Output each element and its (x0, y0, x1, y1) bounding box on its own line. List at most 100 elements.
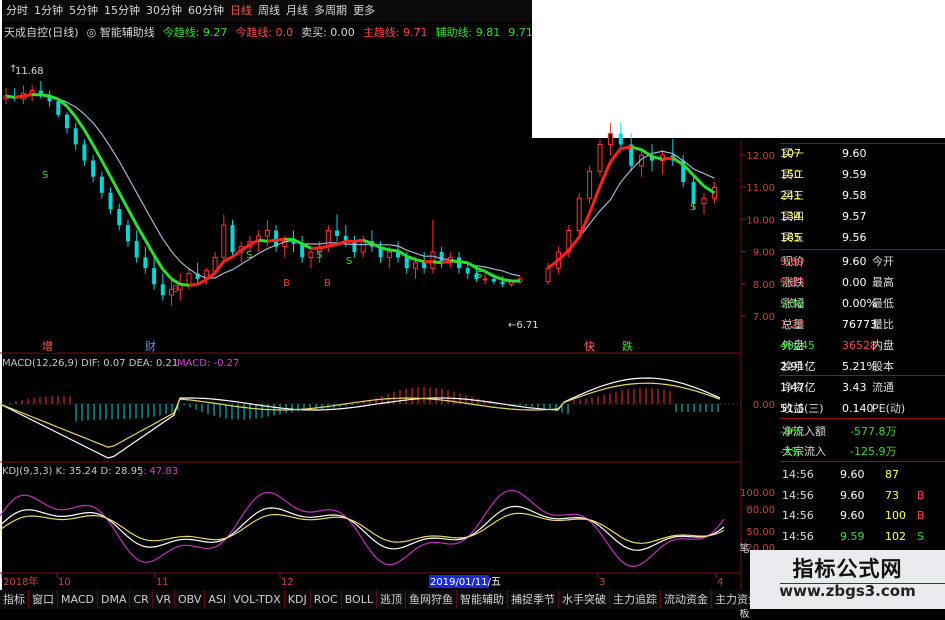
indicator-tab-6[interactable]: OBV (175, 590, 205, 609)
x-axis-label: 3 (599, 577, 605, 588)
tick-volume: 87 (885, 465, 899, 485)
trend-line-segment (180, 284, 189, 285)
sell-marker: S (42, 170, 48, 181)
event-marker-cai: 财 (145, 339, 156, 353)
candle (152, 268, 156, 284)
bid-volume: 107 (780, 143, 801, 164)
price-axis-label: 10.00 (746, 215, 775, 226)
candle (492, 279, 496, 282)
trend-line-segment (84, 130, 93, 145)
bid-price: 9.60 (842, 143, 867, 164)
candle (56, 101, 60, 114)
kdj-axis-label: 100.00 (740, 488, 775, 499)
tick-row: 14:569.59102S (780, 527, 945, 547)
bid-volume: 134 (780, 206, 801, 227)
candle (335, 231, 339, 236)
candle (100, 177, 104, 193)
indicator-tab-5[interactable]: VR (153, 590, 175, 609)
x-axis-label: 12 (281, 577, 294, 588)
stat-value: 51.5 (780, 398, 805, 419)
flow-percent: -2% (780, 441, 801, 462)
stat-label: PE(动) (872, 398, 905, 419)
indicator-tab-8[interactable]: VOL-TDX (230, 590, 285, 609)
bid-price: 9.57 (842, 206, 867, 227)
bid-row: 买一9.60107 (780, 143, 945, 164)
indicator-tab-17[interactable]: 主力追踪 (610, 590, 661, 609)
candle (466, 268, 470, 273)
tick-row: 14:569.60100B (780, 506, 945, 526)
x-axis-label: 11 (156, 577, 169, 588)
bid-row: 买四9.57134 (780, 206, 945, 227)
trend-line-segment (198, 279, 207, 284)
indicator-tab-10[interactable]: ROC (311, 590, 342, 609)
trend-line-segment (354, 240, 363, 241)
tick-row: 14:569.6087 (780, 465, 945, 485)
flow-value: -577.8万 (850, 421, 896, 442)
candle (608, 134, 612, 145)
trend-line-segment (6, 96, 15, 97)
price-axis-label: 7.00 (753, 312, 775, 323)
trend-line-segment (415, 260, 424, 262)
indicator-tab-2[interactable]: MACD (58, 590, 98, 609)
event-marker-kuai: 快 (584, 340, 595, 353)
trend-line-segment (137, 225, 146, 240)
indicator-tab-18[interactable]: 流动资金 (661, 590, 712, 609)
candle (405, 257, 409, 268)
indicator-tab-19[interactable]: 主力资金破解 (712, 590, 750, 609)
trend-line-segment (111, 177, 120, 193)
candle (82, 144, 86, 160)
trend-line-segment (259, 240, 268, 241)
guide-line-slow (6, 95, 520, 278)
tick-side: B (917, 486, 925, 506)
stat-row: 涨跌0.00最高9.83 (780, 272, 945, 293)
x-axis-label: 4 (717, 577, 723, 588)
indicator-tab-0[interactable]: 指标 (0, 590, 29, 609)
indicator-tab-13[interactable]: 鱼网狩鱼 (406, 590, 457, 609)
stock-chart[interactable]: 12.0011.0010.009.008.007.00SBSBSBSSS↑11.… (0, 0, 780, 590)
tick-volume: 100 (885, 506, 906, 526)
indicator-tab-9[interactable]: KDJ (285, 590, 311, 609)
indicator-tab-16[interactable]: 水手突破 (559, 590, 610, 609)
candle (222, 225, 226, 257)
candle (309, 252, 313, 257)
quote-separator (780, 375, 945, 376)
indicator-tab-11[interactable]: BOLL (342, 590, 377, 609)
price-axis-label: 12.00 (746, 151, 775, 162)
trend-line-segment (450, 261, 459, 262)
trend-line-segment (128, 209, 137, 225)
stat-label: 流通 (872, 377, 894, 398)
tick-price: 9.59 (840, 527, 865, 547)
trend-line-segment (76, 117, 85, 130)
sell-marker: S (316, 250, 322, 261)
trend-line-segment (93, 145, 102, 161)
indicator-tab-12[interactable]: 逃顶 (377, 590, 406, 609)
trend-line-segment (485, 271, 494, 276)
indicator-tab-3[interactable]: DMA (98, 590, 131, 609)
indicator-tab-4[interactable]: CR (130, 590, 152, 609)
bid-row: 买五9.56185 (780, 227, 945, 248)
macd-label: MACD(12,26,9) DIF: 0.07 DEA: 0.21 (2, 358, 178, 369)
bid-row: 买三9.58241 (780, 185, 945, 206)
indicator-tab-1[interactable]: 窗口 (29, 590, 58, 609)
candle (161, 284, 165, 295)
trend-line-segment (503, 279, 512, 281)
stat-value: 1.47亿 (780, 377, 816, 398)
indicator-tab-14[interactable]: 智能辅助 (457, 590, 508, 609)
stat-row: 总量76773量比1.24 (780, 314, 945, 335)
tick-side: B (917, 506, 925, 526)
trend-line-segment (381, 248, 390, 250)
candle (387, 252, 391, 257)
indicator-tab-15[interactable]: 捕捉季节 (508, 590, 559, 609)
sell-marker: S (476, 270, 482, 281)
trend-line-segment (328, 244, 337, 246)
candle (702, 198, 706, 203)
candle (74, 128, 78, 144)
trend-line-segment (41, 95, 50, 96)
indicator-tab-7[interactable]: ASI (205, 590, 230, 609)
event-marker-die: 跌 (622, 339, 633, 353)
stat-row: 外盘36528内盘40245 (780, 335, 945, 356)
trend-line-segment (163, 269, 172, 279)
bid-volume: 185 (780, 227, 801, 248)
price-axis-label: 9.00 (753, 248, 775, 259)
macd-axis-label: 0.00 (753, 400, 775, 411)
